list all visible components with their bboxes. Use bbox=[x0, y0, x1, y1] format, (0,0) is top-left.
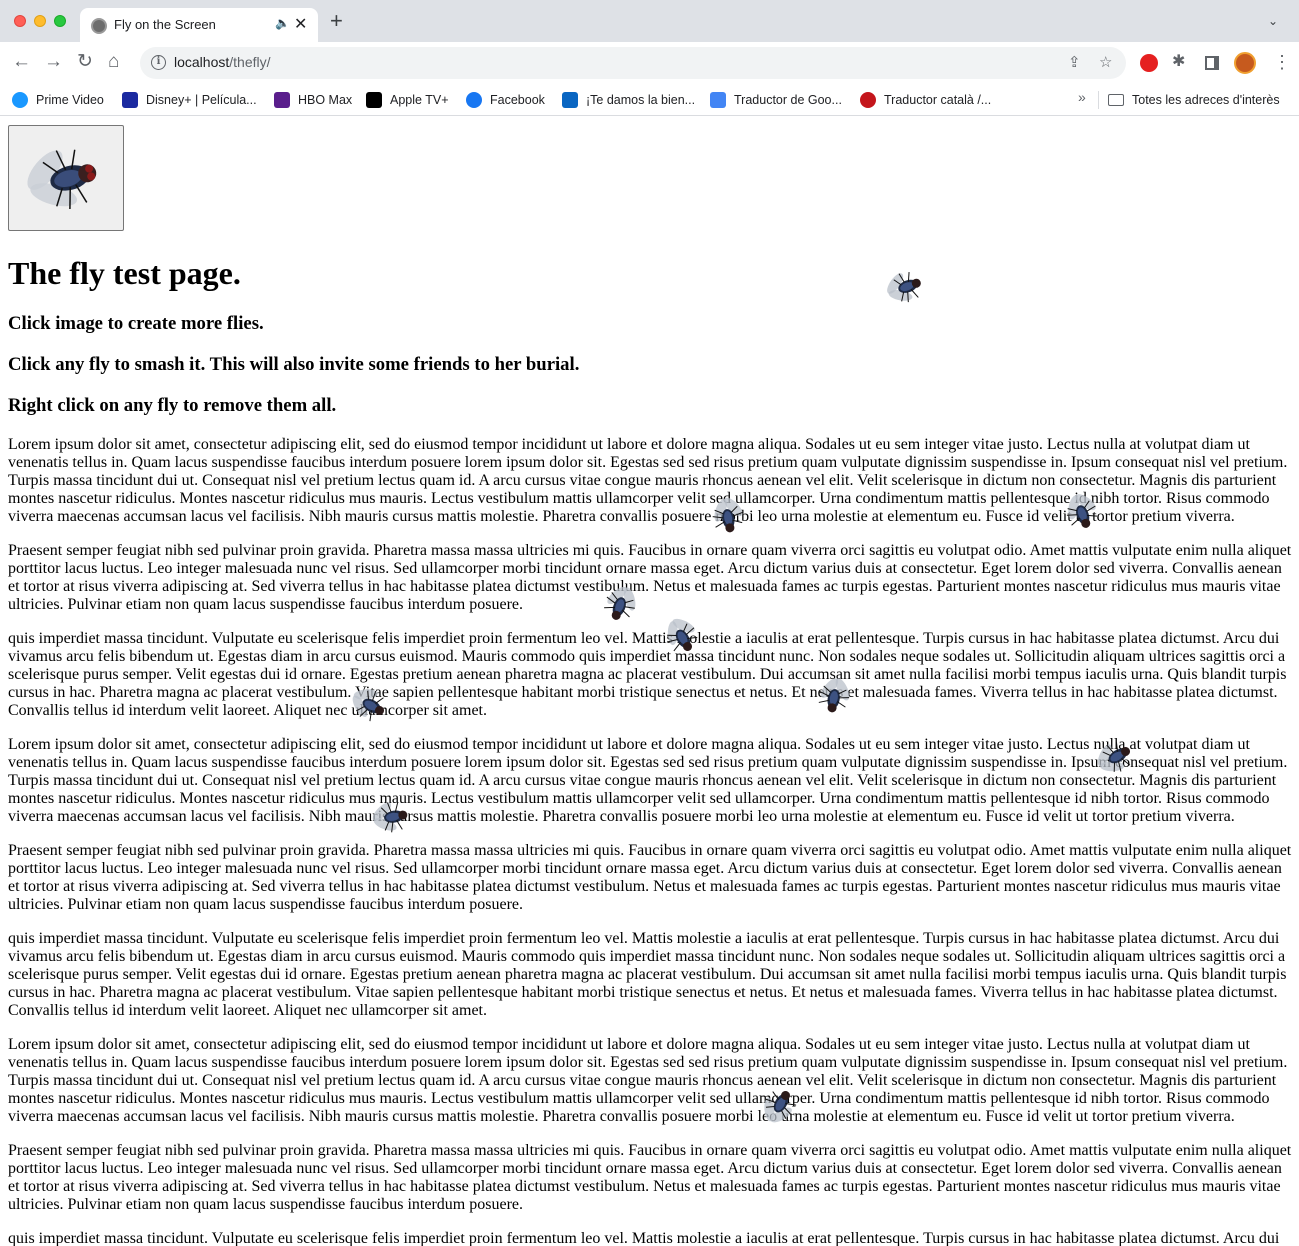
profile-avatar[interactable] bbox=[1234, 52, 1256, 74]
fly-icon[interactable] bbox=[600, 585, 640, 625]
create-fly-button[interactable] bbox=[8, 125, 124, 231]
lorem-paragraph: Lorem ipsum dolor sit amet, consectetur … bbox=[8, 1036, 1288, 1125]
bookmark-label: Prime Video bbox=[36, 93, 104, 107]
bookmark-label: Apple TV+ bbox=[390, 93, 449, 107]
bookmark-item[interactable]: Apple TV+ bbox=[366, 91, 449, 109]
globe-icon bbox=[91, 18, 107, 34]
bookmark-item[interactable]: Disney+ | Película... bbox=[122, 91, 257, 109]
all-bookmarks-folder[interactable]: Totes les adreces d'interès bbox=[1108, 91, 1280, 109]
bookmarks-bar: Prime Video Disney+ | Película... HBO Max A… bbox=[0, 84, 1299, 116]
page-title: The fly test page. bbox=[8, 255, 241, 291]
lorem-paragraph: Praesent semper feugiat nibh sed pulvina… bbox=[8, 542, 1292, 613]
bookmark-label: ¡Te damos la bien... bbox=[586, 93, 696, 107]
instruction-3: Right click on any fly to remove them al… bbox=[8, 395, 337, 416]
tab-close-icon[interactable]: ✕ bbox=[294, 14, 307, 34]
more-menu-icon[interactable]: ⋮ bbox=[1273, 51, 1291, 73]
bookmark-label: Disney+ | Película... bbox=[146, 93, 257, 107]
disney-plus-icon bbox=[122, 92, 138, 108]
hbo-max-icon bbox=[274, 92, 290, 108]
star-icon[interactable]: ☆ bbox=[1099, 53, 1112, 71]
bookmark-label: Traductor català /... bbox=[884, 93, 992, 107]
tab-strip: Fly on the Screen 🔈 ✕ + ⌄ bbox=[0, 0, 1299, 42]
puzzle-icon[interactable]: ✱ bbox=[1172, 51, 1190, 70]
fly-icon[interactable] bbox=[760, 1085, 800, 1125]
speaker-icon[interactable]: 🔈 bbox=[275, 16, 290, 30]
zoom-window-button[interactable] bbox=[54, 15, 66, 27]
bookmarks-divider bbox=[1098, 91, 1099, 109]
reload-icon[interactable]: ↻ bbox=[77, 50, 93, 74]
forward-arrow-icon[interactable]: → bbox=[44, 50, 63, 74]
adblock-extension-icon[interactable] bbox=[1140, 54, 1158, 72]
fly-icon[interactable] bbox=[662, 617, 702, 657]
google-translate-icon bbox=[710, 92, 726, 108]
fly-icon[interactable] bbox=[1096, 737, 1136, 777]
fly-icon[interactable] bbox=[350, 685, 390, 725]
back-arrow-icon[interactable]: ← bbox=[12, 50, 31, 74]
prime-video-icon bbox=[12, 92, 28, 108]
bookmark-item[interactable]: ¡Te damos la bien... bbox=[562, 91, 695, 109]
fly-icon bbox=[27, 149, 97, 209]
site-info-icon[interactable]: i bbox=[151, 55, 166, 70]
share-icon[interactable]: ⇪ bbox=[1068, 53, 1081, 71]
fly-icon[interactable] bbox=[708, 497, 748, 537]
apple-tv-icon bbox=[366, 92, 382, 108]
lorem-paragraph: Praesent semper feugiat nibh sed pulvina… bbox=[8, 1142, 1292, 1213]
instruction-2: Click any fly to smash it. This will als… bbox=[8, 354, 580, 375]
facebook-icon bbox=[466, 92, 482, 108]
fly-icon[interactable] bbox=[886, 267, 926, 307]
browser-toolbar: ← → ↻ ⌂ i localhost/thefly/ ⇪ ☆ ✱ ⋮ bbox=[0, 42, 1299, 84]
lorem-paragraph: Praesent semper feugiat nibh sed pulvina… bbox=[8, 842, 1292, 913]
chevron-down-icon[interactable]: ⌄ bbox=[1268, 14, 1278, 28]
url-text[interactable]: localhost/thefly/ bbox=[174, 54, 271, 70]
tab-fly-on-the-screen[interactable]: Fly on the Screen 🔈 ✕ bbox=[80, 8, 318, 42]
fly-icon[interactable] bbox=[372, 797, 412, 837]
bookmark-item[interactable]: Facebook bbox=[466, 91, 545, 109]
instruction-1: Click image to create more flies. bbox=[8, 313, 264, 334]
close-window-button[interactable] bbox=[14, 15, 26, 27]
tab-title: Fly on the Screen bbox=[114, 17, 216, 32]
lorem-paragraph: quis imperdiet massa tincidunt. Vulputat… bbox=[8, 630, 1287, 719]
bookmark-item[interactable]: Traductor català /... bbox=[860, 91, 991, 109]
bookmark-item[interactable]: Traductor de Goo... bbox=[710, 91, 842, 109]
folder-icon bbox=[1108, 94, 1124, 106]
all-bookmarks-label: Totes les adreces d'interès bbox=[1132, 93, 1280, 107]
bookmark-item[interactable]: Prime Video bbox=[12, 91, 104, 109]
side-panel-icon[interactable] bbox=[1205, 56, 1219, 70]
fly-icon[interactable] bbox=[1062, 493, 1102, 533]
page-viewport: The fly test page. Click image to create… bbox=[0, 117, 1299, 1246]
lorem-paragraph: quis imperdiet massa tincidunt. Vulputat… bbox=[8, 1230, 1280, 1246]
linkedin-icon bbox=[562, 92, 578, 108]
home-icon[interactable]: ⌂ bbox=[108, 50, 119, 74]
lorem-paragraph: quis imperdiet massa tincidunt. Vulputat… bbox=[8, 930, 1287, 1019]
bookmark-label: Traductor de Goo... bbox=[734, 93, 842, 107]
bookmark-label: HBO Max bbox=[298, 93, 353, 107]
bookmark-label: Facebook bbox=[490, 93, 545, 107]
more-bookmarks-icon[interactable]: » bbox=[1078, 89, 1086, 105]
minimize-window-button[interactable] bbox=[34, 15, 46, 27]
bookmark-item[interactable]: HBO Max bbox=[274, 91, 352, 109]
new-tab-button[interactable]: + bbox=[330, 10, 343, 32]
fly-icon[interactable] bbox=[814, 677, 854, 717]
softcatala-icon bbox=[860, 92, 876, 108]
address-bar[interactable]: i localhost/thefly/ ⇪ ☆ bbox=[140, 47, 1126, 79]
